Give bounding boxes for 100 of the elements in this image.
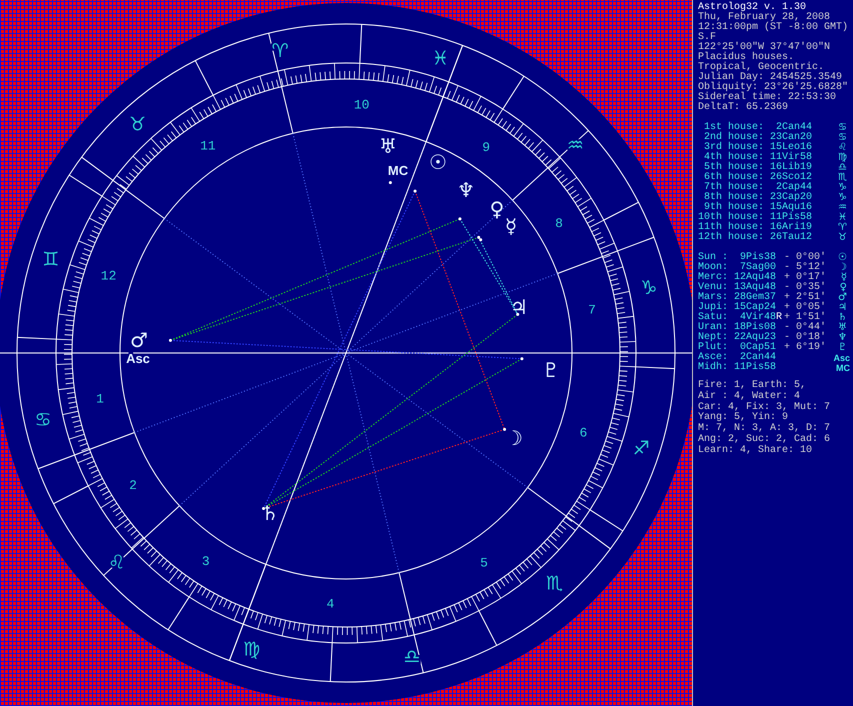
planet-symbol: ☽ [505,426,523,450]
planet-name: Satu: [698,313,730,323]
planet-deviation: - 5°12' [784,263,828,273]
house-cusp: 26Tau12 [768,233,812,243]
planet-position: 11Pis58 [732,363,776,373]
planet-position: 7Sag00 [740,263,776,273]
planet-symbol: ♃ [838,303,847,313]
house-label: 1st house: [702,123,764,133]
planet-symbol: ☽ [838,263,847,273]
planet-deviation: + 2°51' [784,293,828,303]
planet-name: Nept: [698,333,730,343]
planet-deviation: + 1°51' [784,313,828,323]
house-cusp: 2Can44 [776,123,812,133]
chart-info-line: 122°25'00"W 37°47'00"N [698,43,832,53]
summary-line: Learn: 4, Share: 10 [698,446,814,457]
planet-name: Uran: [698,323,730,333]
chart-info-line: Sidereal time: 22:53:30 [698,93,838,103]
house-number: 5 [480,555,488,570]
planet-symbol: ♂ [130,328,148,352]
house-number: 7 [588,302,596,318]
sign-symbol: ♏ [838,173,847,183]
zodiac-sign-symbol: ♈ [272,40,289,62]
sign-symbol: ♍ [838,153,847,163]
house-number: 6 [580,425,588,440]
planet-position: 4Vir48 [740,313,776,323]
zodiac-sign-symbol: ♑ [640,277,658,300]
planet-deviation: - 0°00' [784,253,828,263]
planet-symbol: ♅ [379,134,397,158]
house-cusp: 15Leo16 [768,143,812,153]
planet-symbol: MC [836,363,850,373]
house-cusp: 11Pis58 [768,213,812,223]
planet-symbol: ♄ [261,501,279,525]
planet-symbol: ♀ [490,197,504,221]
house-cusp: 11Vir58 [768,153,812,163]
sign-symbol: ♋ [838,133,847,143]
planet-name: Mars: [698,293,730,303]
house-label: 8th house: [702,193,764,203]
zodiac-sign-symbol: ♋ [34,408,52,431]
sign-symbol: ♈ [838,223,847,233]
planet-position: 15Cap24 [732,303,776,313]
planet-symbol: ♄ [838,313,847,323]
chart-info-line: Tropical, Geocentric. [698,63,824,73]
house-cusp: 16Ari19 [768,223,812,233]
house-label: 9th house: [704,203,764,213]
zodiac-sign-symbol: ♐ [632,437,650,460]
angle-label: MC [388,163,408,178]
retrograde-label: R [776,313,784,323]
sign-symbol: ♒ [838,203,847,213]
house-label: 6th house: [702,173,764,183]
chart-info-line: S.F [698,33,716,43]
planet-symbol: ♆ [838,333,847,343]
planet-symbol: ♃ [510,295,528,319]
planet-deviation: - 0°44' [784,323,828,333]
sign-symbol: ♎ [838,163,847,173]
house-label: 3rd house: [702,143,764,153]
chart-info-line: Thu, February 28, 2008 [698,13,830,23]
chart-info-line: Julian Day: 2454525.3549 [698,73,842,83]
house-label: 12th house: [698,233,764,243]
house-label: 2nd house: [702,133,764,143]
chart-info-line: 12:31:00pm (ST -8:00 GMT) [698,23,850,33]
summary-line: M: 7, N: 3, A: 3, D: 7 [698,424,832,434]
zodiac-sign-symbol: ♉ [128,114,146,136]
planet-deviation: + 6°19' [784,343,828,353]
house-number: 10 [354,98,370,112]
planet-deviation: - 0°35' [784,283,828,293]
planet-name: Jupi: [698,303,730,313]
planet-position: 28Gem37 [732,293,776,303]
sign-symbol: ♌ [838,143,847,153]
chart-info-line: Obliquity: 23°26'25.6828" [698,83,850,93]
house-cusp: 23Can20 [768,133,812,143]
zodiac-sign-symbol: ♊ [42,248,60,271]
planet-position: 13Aqu48 [732,283,776,293]
planet-name: Merc: [698,273,730,283]
house-number: 9 [482,140,490,155]
house-number: 4 [326,596,334,612]
planet-symbol: ♆ [457,178,475,202]
planet-symbol: ☉ [838,253,847,263]
planet-name: Midh: [698,363,730,373]
house-label: 7th house: [702,183,764,193]
planet-name: Plut: [698,343,730,353]
sign-symbol: ♑ [838,183,847,193]
planet-name: Venu: [698,283,730,293]
planet-position: 12Aqu48 [732,273,776,283]
planet-position: 22Aqu23 [732,333,776,343]
sign-symbol: ♉ [838,233,847,243]
house-number: 11 [200,138,216,154]
sign-symbol: ♓ [838,213,847,223]
summary-line: Car: 4, Fix: 3, Mut: 7 [698,402,832,413]
zodiac-sign-symbol: ♍ [243,638,260,660]
planet-name: Sun : [698,253,730,263]
house-number: 8 [555,216,563,232]
house-number: 1 [96,392,104,407]
planet-name: Moon: [698,263,730,273]
planet-position: 0Cap51 [738,343,776,353]
angle-label: Asc [126,351,150,366]
planet-symbol: Asc [833,353,850,363]
planet-symbol: ♇ [542,358,560,382]
house-number: 2 [129,478,137,493]
planet-symbol: ☉ [429,150,447,174]
planet-position: 9Pis38 [738,253,776,263]
